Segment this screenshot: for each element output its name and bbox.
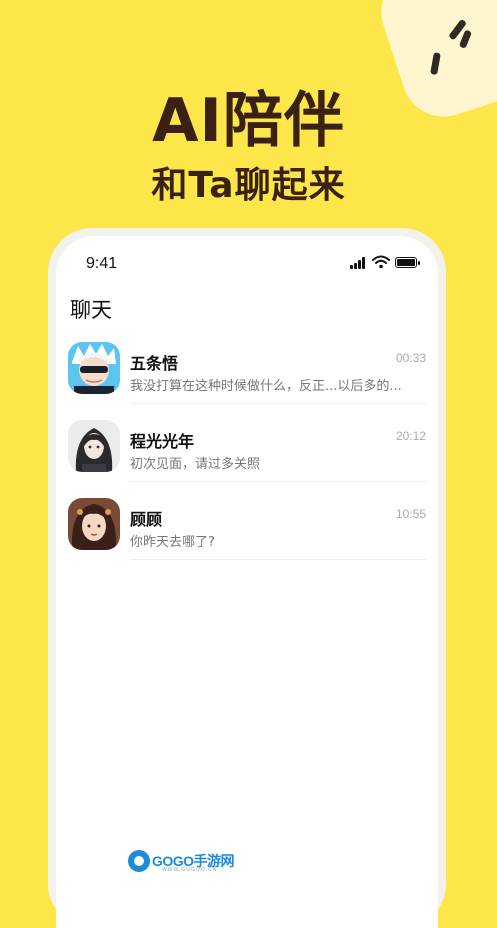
avatar-gugu[interactable] — [68, 498, 120, 550]
page-title: 聊天 — [70, 298, 112, 322]
hero-title: AI陪伴 — [152, 86, 345, 156]
watermark-logo: GOGO手游网 WWW.GOGOO.CN — [128, 849, 235, 873]
avatar-gojo[interactable] — [68, 342, 120, 394]
chat-item-gojo[interactable]: 五条悟 00:33 我没打算在这种时候做什么，反正...以后多的... — [56, 326, 438, 404]
signal-icon — [350, 256, 368, 269]
chat-preview: 初次见面，请过多关照 — [130, 457, 261, 472]
watermark-url: WWW.GOGOO.CN — [162, 867, 218, 873]
watermark-logo-icon — [128, 850, 150, 872]
chat-name: 五条悟 — [130, 354, 179, 373]
chat-preview: 你昨天去哪了? — [130, 535, 215, 550]
phone-screen: 9:41 聊天 五条悟 00:33 我没打算在这种时候做什么，反正...以后多的… — [56, 236, 438, 928]
chat-time: 20:12 — [395, 429, 426, 443]
chat-time: 00:33 — [395, 351, 426, 365]
mascot-eye — [458, 29, 473, 49]
avatar-chengguang[interactable] — [68, 420, 120, 472]
chat-item-chengguang[interactable]: 程光光年 20:12 初次见面，请过多关照 — [56, 404, 438, 482]
hero-subtitle: 和Ta聊起来 — [151, 165, 346, 206]
chat-time: 10:55 — [395, 507, 426, 521]
chat-name: 顾顾 — [130, 510, 163, 529]
divider — [130, 559, 426, 560]
battery-icon — [395, 257, 420, 268]
wifi-icon — [372, 255, 390, 269]
chat-list: 五条悟 00:33 我没打算在这种时候做什么，反正...以后多的... 程光光年… — [56, 326, 438, 560]
chat-preview: 我没打算在这种时候做什么，反正...以后多的... — [130, 379, 402, 394]
status-time: 9:41 — [86, 255, 118, 272]
phone-frame: 9:41 聊天 五条悟 00:33 我没打算在这种时候做什么，反正...以后多的… — [48, 228, 446, 928]
chat-name: 程光光年 — [130, 432, 195, 451]
chat-item-gugu[interactable]: 顾顾 10:55 你昨天去哪了? — [56, 482, 438, 560]
status-icons — [350, 255, 420, 270]
